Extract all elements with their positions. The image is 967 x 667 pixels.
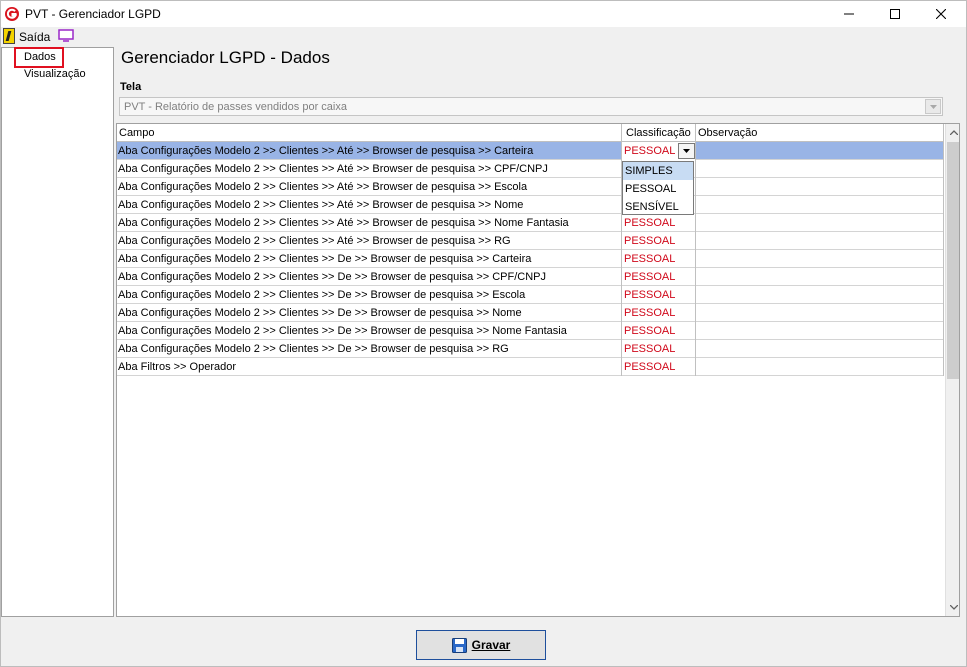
chevron-down-icon — [683, 149, 690, 153]
column-header-classificacao[interactable]: Classificação — [622, 124, 696, 142]
cell-classificacao[interactable]: PESSOAL — [622, 286, 696, 304]
tela-label: Tela — [120, 81, 142, 93]
cell-classificacao[interactable]: PESSOAL — [622, 322, 696, 340]
cell-observacao[interactable] — [696, 160, 944, 178]
cell-classificacao[interactable]: PESSOAL — [622, 214, 696, 232]
page-title: Gerenciador LGPD - Dados — [121, 48, 330, 67]
cell-observacao[interactable] — [696, 286, 944, 304]
cell-observacao[interactable] — [696, 142, 944, 160]
app-logo-icon — [5, 7, 19, 21]
dropdown-option-pessoal[interactable]: PESSOAL — [623, 180, 693, 198]
cell-observacao[interactable] — [696, 196, 944, 214]
cell-campo[interactable]: Aba Filtros >> Operador — [117, 358, 622, 376]
title-bar: PVT - Gerenciador LGPD — [1, 1, 966, 27]
save-button-label: Gravar — [471, 638, 511, 652]
minimize-icon — [844, 13, 854, 15]
table-row[interactable]: Aba Configurações Modelo 2 >> Clientes >… — [117, 196, 944, 214]
sidebar-item-dados[interactable]: Dados — [24, 51, 56, 63]
classificacao-dropdown-button[interactable] — [678, 143, 695, 159]
app-window: PVT - Gerenciador LGPD Saída Dados Visua… — [0, 0, 967, 667]
save-button[interactable]: Gravar — [416, 630, 546, 660]
cell-observacao[interactable] — [696, 358, 944, 376]
cell-observacao[interactable] — [696, 214, 944, 232]
table-row[interactable]: Aba Configurações Modelo 2 >> Clientes >… — [117, 214, 944, 232]
tela-select-button[interactable] — [925, 99, 941, 114]
grid-rows: Aba Configurações Modelo 2 >> Clientes >… — [117, 142, 944, 376]
table-row[interactable]: Aba Configurações Modelo 2 >> Clientes >… — [117, 304, 944, 322]
cell-campo[interactable]: Aba Configurações Modelo 2 >> Clientes >… — [117, 196, 622, 214]
table-row[interactable]: Aba Configurações Modelo 2 >> Clientes >… — [117, 322, 944, 340]
cell-campo[interactable]: Aba Configurações Modelo 2 >> Clientes >… — [117, 340, 622, 358]
column-header-observacao[interactable]: Observação — [696, 124, 944, 142]
vertical-scrollbar[interactable] — [945, 124, 959, 616]
scroll-thumb[interactable] — [947, 142, 959, 379]
chevron-up-icon — [950, 130, 958, 135]
cell-campo[interactable]: Aba Configurações Modelo 2 >> Clientes >… — [117, 160, 622, 178]
sidebar-item-visualizacao[interactable]: Visualização — [24, 68, 86, 80]
maximize-icon — [890, 9, 900, 19]
table-row[interactable]: Aba Configurações Modelo 2 >> Clientes >… — [117, 340, 944, 358]
exit-icon[interactable] — [3, 28, 15, 44]
save-disk-icon — [451, 637, 467, 653]
monitor-icon[interactable] — [58, 29, 74, 42]
cell-observacao[interactable] — [696, 250, 944, 268]
cell-observacao[interactable] — [696, 178, 944, 196]
cell-classificacao[interactable]: PESSOAL — [622, 232, 696, 250]
tela-select[interactable]: PVT - Relatório de passes vendidos por c… — [119, 97, 943, 116]
table-row[interactable]: Aba Filtros >> Operador PESSOAL — [117, 358, 944, 376]
data-grid: Campo Classificação Observação Aba Confi… — [116, 123, 960, 617]
menu-bar: Saída — [1, 27, 966, 46]
table-row[interactable]: Aba Configurações Modelo 2 >> Clientes >… — [117, 232, 944, 250]
table-row[interactable]: Aba Configurações Modelo 2 >> Clientes >… — [117, 160, 944, 178]
scroll-up-button[interactable] — [946, 124, 959, 141]
chevron-down-icon — [950, 605, 958, 610]
window-title: PVT - Gerenciador LGPD — [25, 7, 161, 21]
column-header-campo[interactable]: Campo — [117, 124, 622, 142]
cell-classificacao[interactable]: PESSOAL — [622, 340, 696, 358]
cell-observacao[interactable] — [696, 232, 944, 250]
menu-exit[interactable]: Saída — [19, 30, 50, 44]
cell-campo[interactable]: Aba Configurações Modelo 2 >> Clientes >… — [117, 322, 622, 340]
maximize-button[interactable] — [872, 1, 918, 27]
close-button[interactable] — [918, 1, 964, 27]
cell-classificacao[interactable]: PESSOAL — [622, 268, 696, 286]
grid-header: Campo Classificação Observação — [117, 124, 944, 142]
table-row[interactable]: Aba Configurações Modelo 2 >> Clientes >… — [117, 250, 944, 268]
tela-select-value: PVT - Relatório de passes vendidos por c… — [124, 101, 347, 113]
dropdown-option-simples[interactable]: SIMPLES — [623, 162, 693, 180]
dropdown-option-sensivel[interactable]: SENSÍVEL — [623, 198, 693, 216]
cell-campo[interactable]: Aba Configurações Modelo 2 >> Clientes >… — [117, 142, 622, 160]
cell-campo[interactable]: Aba Configurações Modelo 2 >> Clientes >… — [117, 178, 622, 196]
cell-observacao[interactable] — [696, 322, 944, 340]
cell-campo[interactable]: Aba Configurações Modelo 2 >> Clientes >… — [117, 232, 622, 250]
cell-classificacao[interactable]: PESSOAL — [622, 358, 696, 376]
cell-campo[interactable]: Aba Configurações Modelo 2 >> Clientes >… — [117, 268, 622, 286]
scroll-down-button[interactable] — [946, 599, 959, 616]
table-row[interactable]: Aba Configurações Modelo 2 >> Clientes >… — [117, 178, 944, 196]
cell-classificacao[interactable]: PESSOAL — [622, 250, 696, 268]
minimize-button[interactable] — [826, 1, 872, 27]
sidebar: Dados Visualização — [1, 47, 114, 617]
cell-observacao[interactable] — [696, 268, 944, 286]
table-row[interactable]: Aba Configurações Modelo 2 >> Clientes >… — [117, 286, 944, 304]
table-row[interactable]: Aba Configurações Modelo 2 >> Clientes >… — [117, 268, 944, 286]
close-icon — [936, 9, 946, 19]
cell-campo[interactable]: Aba Configurações Modelo 2 >> Clientes >… — [117, 304, 622, 322]
cell-classificacao[interactable]: PESSOAL — [622, 304, 696, 322]
cell-campo[interactable]: Aba Configurações Modelo 2 >> Clientes >… — [117, 214, 622, 232]
cell-campo[interactable]: Aba Configurações Modelo 2 >> Clientes >… — [117, 286, 622, 304]
cell-campo[interactable]: Aba Configurações Modelo 2 >> Clientes >… — [117, 250, 622, 268]
classificacao-dropdown-list: SIMPLES PESSOAL SENSÍVEL — [622, 161, 694, 215]
cell-observacao[interactable] — [696, 340, 944, 358]
chevron-down-icon — [929, 104, 937, 109]
cell-observacao[interactable] — [696, 304, 944, 322]
table-row[interactable]: Aba Configurações Modelo 2 >> Clientes >… — [117, 142, 944, 160]
